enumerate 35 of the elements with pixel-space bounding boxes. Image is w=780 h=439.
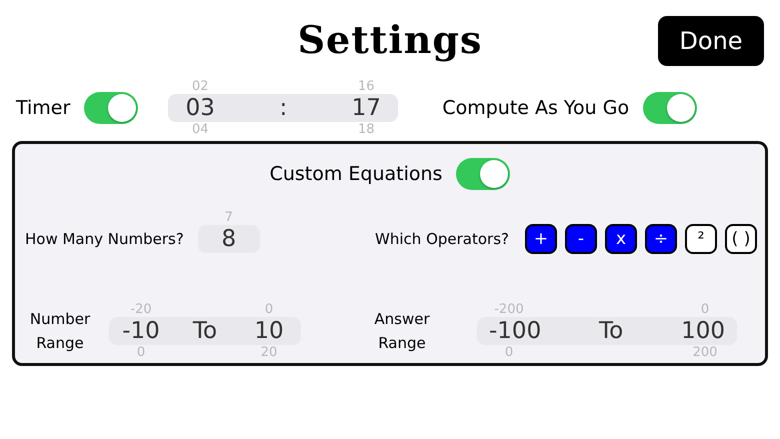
compute-label: Compute As You Go (442, 97, 630, 119)
custom-equations-label: Custom Equations (270, 163, 442, 185)
how-many-label: How Many Numbers? (25, 230, 184, 248)
picker-selection[interactable]: -10 To 10 (109, 317, 301, 345)
picker-option[interactable]: 0 (700, 302, 710, 317)
picker-selection[interactable]: 03 : 17 (168, 94, 398, 122)
picker-selection[interactable]: 8 (198, 225, 260, 253)
picker-option[interactable]: 7 (224, 210, 233, 225)
picker-option[interactable]: 02 (192, 79, 209, 94)
timer-label: Timer (16, 97, 70, 119)
picker-selection[interactable]: -100 To 100 (477, 317, 737, 345)
picker-option[interactable]: -200 (494, 302, 524, 317)
operator-button[interactable]: ( ) (725, 224, 757, 254)
toggle-switch[interactable] (643, 92, 698, 124)
operator-button[interactable]: x (605, 224, 637, 254)
picker-option[interactable]: 18 (358, 122, 375, 137)
page-title: Settings (298, 16, 482, 62)
picker-option[interactable]: -20 (130, 302, 152, 317)
number-range-label: Number Range (28, 309, 92, 354)
picker-option[interactable]: 0 (136, 345, 146, 360)
operators-label: Which Operators? (375, 230, 509, 248)
operator-button[interactable]: ÷ (645, 224, 677, 254)
operator-button[interactable]: + (525, 224, 557, 254)
toggle-switch[interactable] (84, 92, 138, 124)
picker-option[interactable]: 200 (692, 345, 718, 360)
picker-option[interactable]: 04 (192, 122, 209, 137)
toggle-switch[interactable] (456, 158, 510, 190)
operator-button[interactable]: ² (685, 224, 717, 254)
picker-option[interactable]: 0 (264, 302, 274, 317)
picker-option[interactable]: 0 (504, 345, 514, 360)
picker-option[interactable]: 16 (358, 79, 375, 94)
picker-option[interactable]: 20 (260, 345, 278, 360)
operator-button[interactable]: - (565, 224, 597, 254)
done-button[interactable]: Done (658, 16, 764, 66)
answer-range-label: Answer Range (373, 309, 431, 354)
